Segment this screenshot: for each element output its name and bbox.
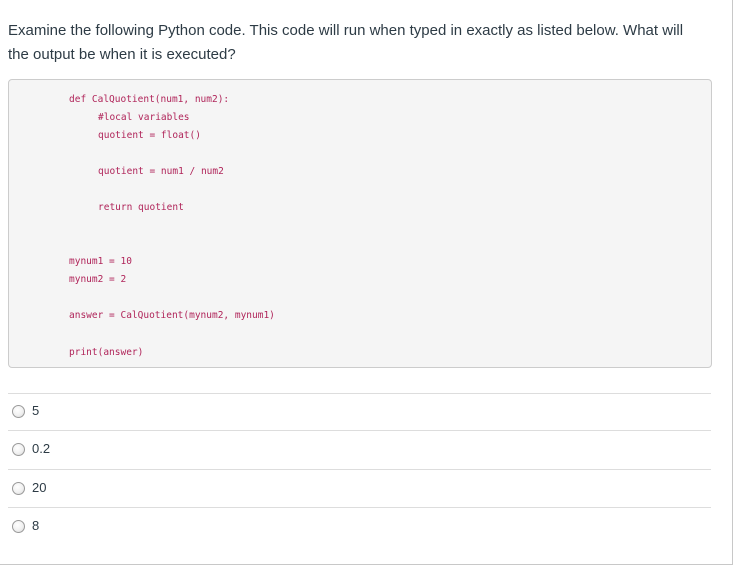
radio-button[interactable] (12, 482, 25, 495)
code-line: mynum1 = 10 (69, 256, 132, 267)
question-text: Examine the following Python code. This … (8, 22, 684, 63)
answer-list: 5 0.2 20 8 (8, 393, 711, 545)
answer-label[interactable]: 8 (32, 518, 39, 534)
code-line: #local variables (98, 112, 190, 123)
question-panel: Examine the following Python code. This … (0, 0, 733, 565)
code-line: def CalQuotient(num1, num2): (69, 94, 230, 105)
radio-button[interactable] (12, 520, 25, 533)
code-line: mynum2 = 2 (69, 274, 127, 285)
answer-option[interactable]: 20 (8, 469, 711, 507)
answer-option[interactable]: 8 (8, 507, 711, 545)
code-line: return quotient (98, 202, 184, 213)
radio-button[interactable] (12, 443, 25, 456)
answer-option[interactable]: 0.2 (8, 430, 711, 469)
answer-label[interactable]: 0.2 (32, 441, 50, 457)
code-line: answer = CalQuotient(mynum2, mynum1) (69, 310, 275, 321)
answer-label[interactable]: 20 (32, 480, 46, 496)
answer-label[interactable]: 5 (32, 403, 39, 419)
radio-button[interactable] (12, 405, 25, 418)
code-line: print(answer) (69, 347, 144, 358)
code-block: def CalQuotient(num1, num2): #local vari… (8, 79, 712, 368)
code-line: quotient = num1 / num2 (98, 166, 224, 177)
answer-option[interactable]: 5 (8, 393, 711, 430)
code-line: quotient = float() (98, 130, 201, 141)
